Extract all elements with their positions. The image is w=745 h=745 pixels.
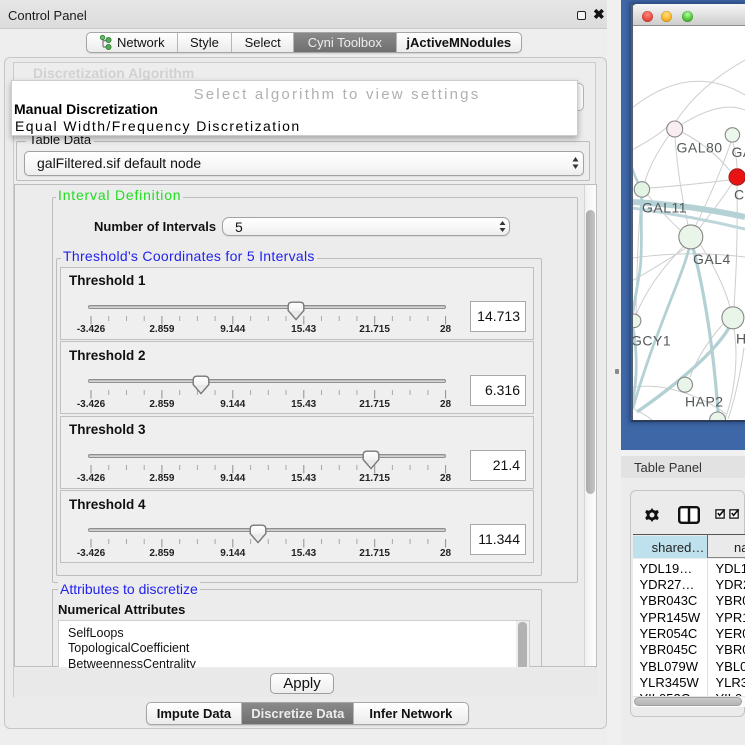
svg-text:GAL80: GAL80 [677, 140, 723, 156]
svg-text:HI: HI [736, 331, 745, 347]
svg-text:GA: GA [732, 144, 745, 160]
svg-text:GAL11: GAL11 [642, 200, 687, 216]
svg-text:GAL4: GAL4 [693, 251, 731, 267]
svg-text:GCY1: GCY1 [632, 333, 671, 349]
svg-text:HAP2: HAP2 [685, 394, 724, 410]
svg-text:CY: CY [734, 187, 745, 203]
